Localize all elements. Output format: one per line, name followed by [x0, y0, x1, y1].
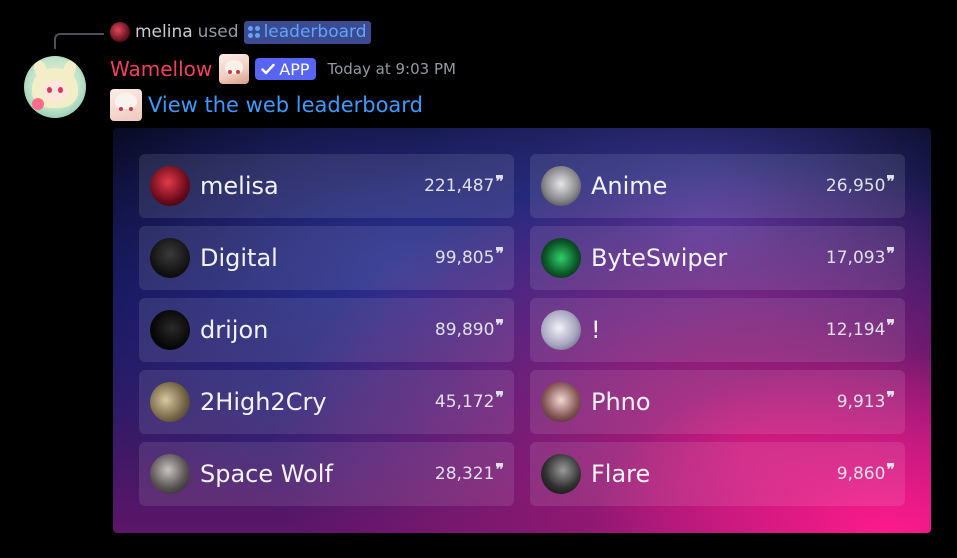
entry-name: Flare	[591, 460, 651, 488]
message-content: View the web leaderboard	[110, 88, 423, 122]
quote-icon: ❞	[886, 244, 895, 263]
author-name[interactable]: Wamellow	[110, 57, 212, 81]
app-badge: APP	[255, 58, 316, 80]
quote-icon: ❞	[495, 244, 504, 263]
entry-score: 9,913❞	[836, 388, 895, 412]
entry-name: melisa	[200, 172, 279, 200]
leaderboard-entry: 2High2Cry 45,172❞	[139, 370, 514, 434]
quote-icon: ❞	[495, 316, 504, 335]
entry-name: ByteSwiper	[591, 244, 728, 272]
quote-icon: ❞	[886, 172, 895, 191]
user-avatar	[541, 238, 581, 278]
emoji-image	[110, 89, 142, 121]
leaderboard-entry: drijon 89,890❞	[139, 298, 514, 362]
quote-icon: ❞	[495, 388, 504, 407]
user-avatar	[150, 454, 190, 494]
leaderboard-entry: Flare 9,860❞	[530, 442, 905, 506]
reply-user-avatar[interactable]	[110, 22, 130, 42]
author-decoration-image	[219, 54, 250, 84]
leaderboard-entry: Digital 99,805❞	[139, 226, 514, 290]
quote-icon: ❞	[886, 388, 895, 407]
message-header: Wamellow APP Today at 9:03 PM	[110, 54, 456, 84]
entry-score: 26,950❞	[825, 172, 895, 196]
user-avatar	[541, 382, 581, 422]
leaderboard-image[interactable]: melisa 221,487❞ Digital 99,805❞ drijon 8…	[113, 128, 931, 533]
entry-name: !	[591, 316, 601, 344]
user-avatar	[541, 166, 581, 206]
user-avatar	[150, 382, 190, 422]
leaderboard-entry: Space Wolf 28,321❞	[139, 442, 514, 506]
entry-score: 45,172❞	[434, 388, 504, 412]
reply-user-name[interactable]: melina	[135, 22, 193, 42]
leaderboard-entry: ByteSwiper 17,093❞	[530, 226, 905, 290]
entry-score: 17,093❞	[825, 244, 895, 268]
reply-context[interactable]: melina used leaderboard	[110, 20, 371, 44]
leaderboard-entry: ! 12,194❞	[530, 298, 905, 362]
user-avatar	[541, 310, 581, 350]
entry-score: 9,860❞	[836, 460, 895, 484]
slash-command-chip[interactable]: leaderboard	[243, 20, 371, 44]
reply-connector	[54, 33, 104, 49]
command-icon	[247, 25, 260, 38]
entry-name: drijon	[200, 316, 269, 344]
entry-name: 2High2Cry	[200, 388, 327, 416]
user-avatar	[541, 454, 581, 494]
web-leaderboard-link[interactable]: View the web leaderboard	[148, 93, 423, 117]
quote-icon: ❞	[886, 460, 895, 479]
app-badge-label: APP	[279, 59, 310, 79]
command-name: leaderboard	[263, 21, 367, 42]
entry-score: 12,194❞	[825, 316, 895, 340]
quote-icon: ❞	[495, 172, 504, 191]
entry-name: Anime	[591, 172, 668, 200]
entry-name: Digital	[200, 244, 278, 272]
entry-score: 221,487❞	[424, 172, 504, 196]
user-avatar	[150, 238, 190, 278]
quote-icon: ❞	[495, 460, 504, 479]
leaderboard-entry: Phno 9,913❞	[530, 370, 905, 434]
entry-score: 89,890❞	[434, 316, 504, 340]
leaderboard-entry: Anime 26,950❞	[530, 154, 905, 218]
user-avatar	[150, 310, 190, 350]
entry-score: 99,805❞	[434, 244, 504, 268]
checkmark-icon	[261, 63, 275, 75]
author-avatar[interactable]	[24, 56, 86, 118]
leaderboard-entry: melisa 221,487❞	[139, 154, 514, 218]
user-avatar	[150, 166, 190, 206]
reply-verb: used	[197, 22, 239, 42]
entry-score: 28,321❞	[434, 460, 504, 484]
entry-name: Phno	[591, 388, 651, 416]
message-timestamp[interactable]: Today at 9:03 PM	[328, 60, 456, 78]
entry-name: Space Wolf	[200, 460, 333, 488]
quote-icon: ❞	[886, 316, 895, 335]
